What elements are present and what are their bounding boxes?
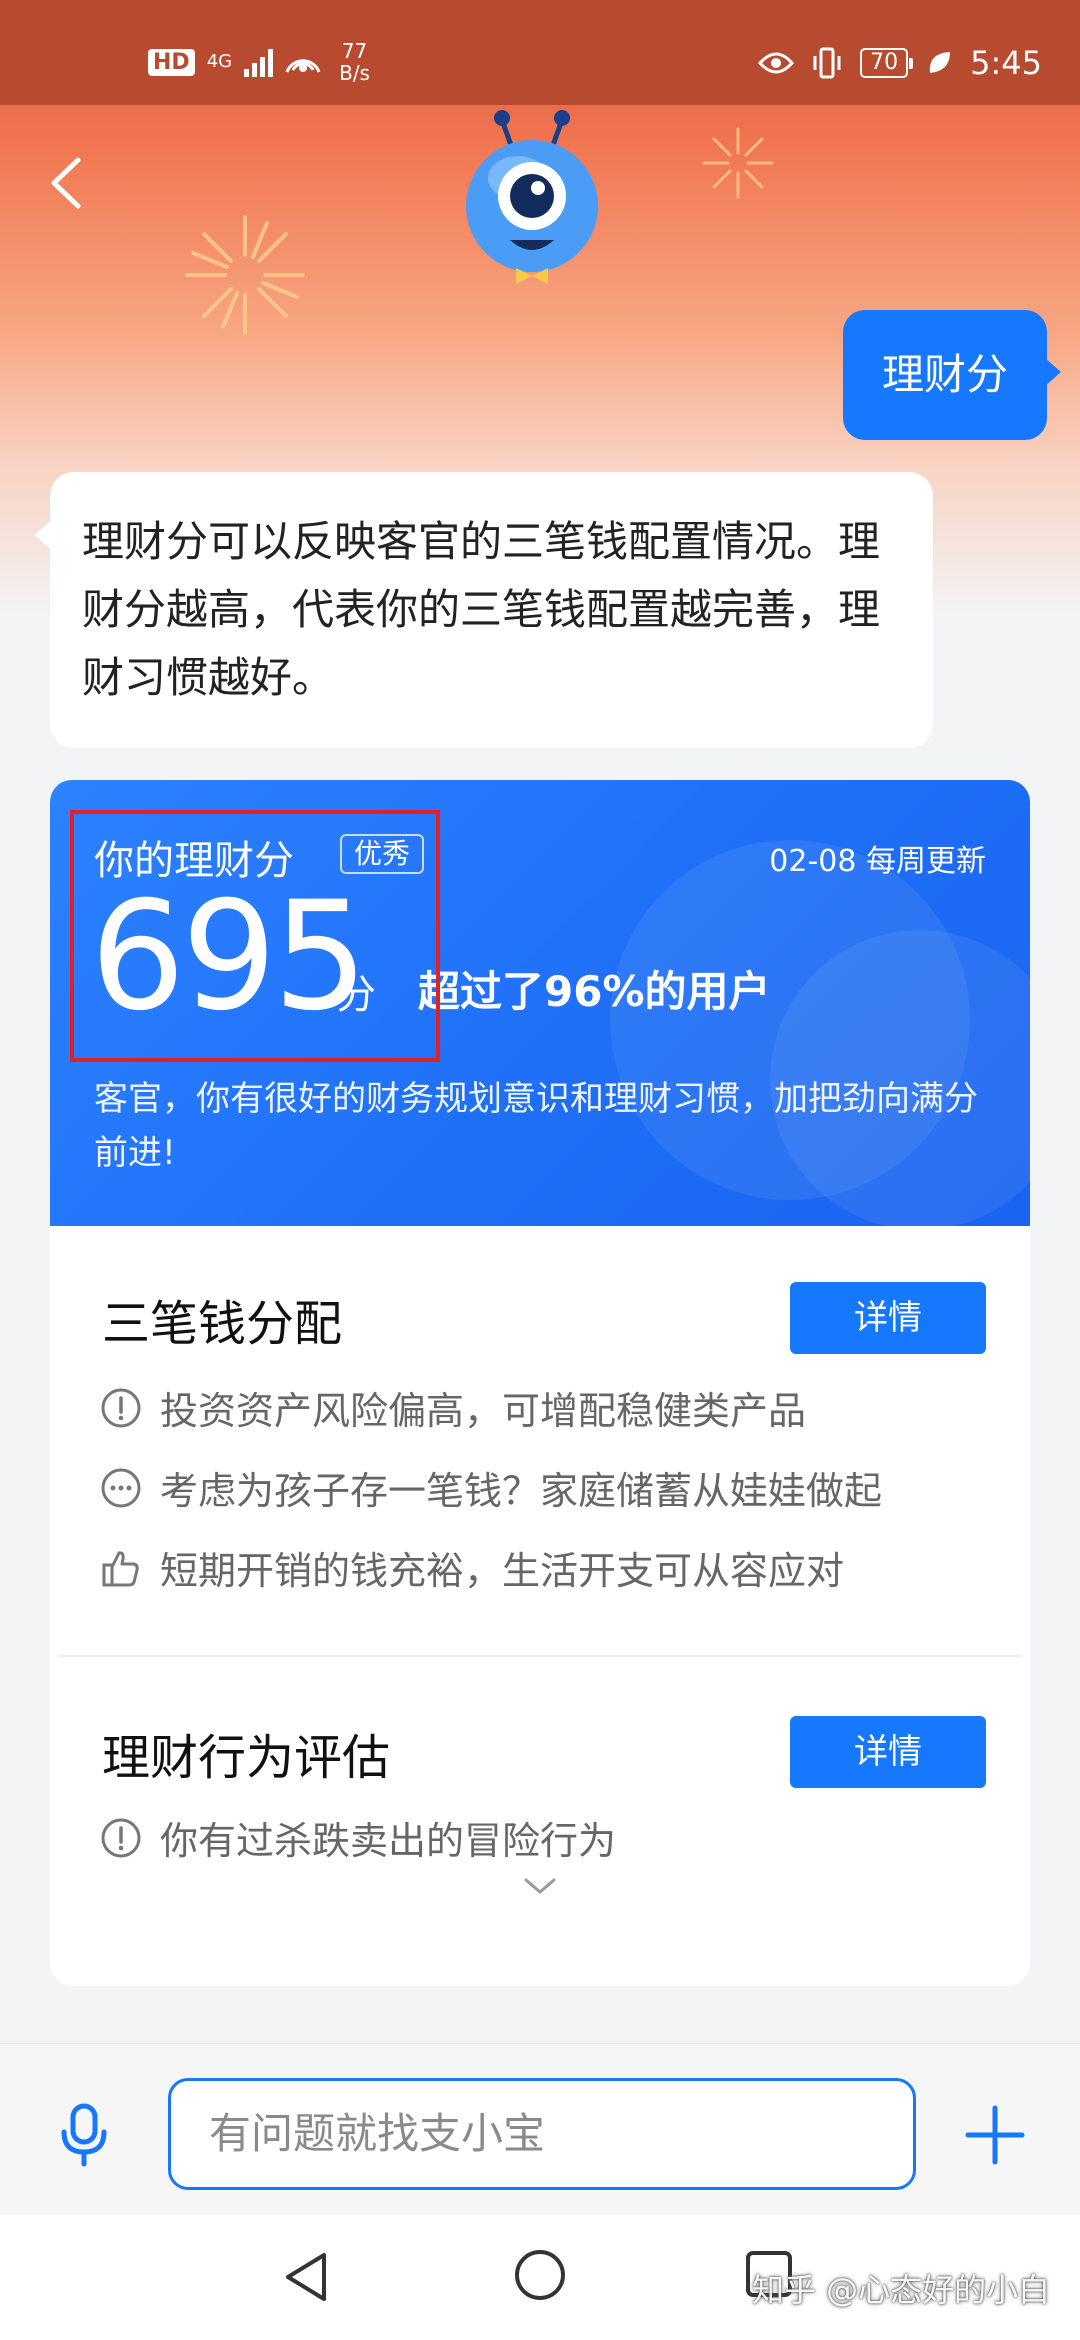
mascot-avatar[interactable]	[458, 108, 606, 290]
thumbs-up-icon	[102, 1550, 139, 1586]
score-description: 客官，你有很好的财务规划意识和理财习惯，加把劲向满分前进!	[94, 1079, 978, 1173]
score-percentile: 超过了96%的用户	[418, 967, 771, 1016]
nav-back-icon[interactable]	[280, 2249, 336, 2305]
behavior-detail-button[interactable]: 详情	[790, 1716, 986, 1788]
vibrate-icon	[813, 47, 841, 79]
exclamation-circle-icon	[101, 1388, 141, 1427]
chat-input[interactable]: 有问题就找支小宝	[168, 2078, 916, 2190]
watermark-text: 知乎 @心态好的小白	[752, 2271, 1051, 2309]
firework-decoration	[702, 127, 774, 199]
allocation-section: 三笔钱分配 详情 投资资产风险偏高，可增配稳健类产品 考虑为孩子存一笔钱？家庭储…	[50, 1226, 1030, 1593]
behavior-section: 理财行为评估 详情 你有过杀跌卖出的冒险行为	[50, 1660, 1030, 1960]
microphone-icon[interactable]	[56, 2102, 112, 2168]
signal-icon	[244, 47, 274, 77]
tip-item: 投资资产风险偏高，可增配稳健类产品	[100, 1380, 806, 1435]
ellipsis-circle-icon	[101, 1468, 141, 1507]
hotspot-icon	[285, 59, 321, 73]
tip-text: 考虑为孩子存一笔钱？家庭储蓄从娃娃做起	[160, 1469, 883, 1513]
eye-icon	[758, 52, 795, 74]
system-nav-bar: 知乎 @心态好的小白	[0, 2215, 1080, 2340]
network-type: 4G	[206, 51, 233, 72]
exclamation-circle-icon	[101, 1818, 141, 1857]
chat-input-bar: 有问题就找支小宝	[0, 2043, 1080, 2215]
tip-text: 你有过杀跌卖出的冒险行为	[160, 1819, 617, 1863]
tip-text: 投资资产风险偏高，可增配稳健类产品	[160, 1389, 807, 1433]
tip-item: 短期开销的钱充裕，生活开支可从容应对	[100, 1540, 844, 1595]
allocation-detail-button[interactable]: 详情	[790, 1282, 986, 1354]
user-message-bubble: 理财分	[843, 310, 1061, 440]
leaf-icon	[929, 52, 951, 73]
tip-text: 短期开销的钱充裕，生活开支可从容应对	[160, 1549, 845, 1593]
allocation-title: 三笔钱分配	[102, 1296, 343, 1352]
tip-item: 考虑为孩子存一笔钱？家庭储蓄从娃娃做起	[100, 1460, 882, 1515]
highlight-annotation	[70, 810, 440, 1062]
hd-indicator: HD	[148, 48, 195, 76]
update-date: 02-08 每周更新	[769, 844, 986, 879]
bot-message-bubble: 理财分可以反映客官的三笔钱配置情况。理财分越高，代表你的三笔钱配置越完善，理财习…	[34, 472, 933, 748]
nav-home-icon[interactable]	[512, 2247, 568, 2303]
clock: 5:45	[970, 44, 1042, 82]
status-bar: HD 4G 77 B/s 70 5:45	[0, 0, 1080, 105]
chevron-down-icon[interactable]	[520, 1874, 560, 1898]
firework-decoration	[185, 215, 305, 335]
network-speed: 77 B/s	[339, 39, 370, 85]
battery-indicator: 70	[860, 48, 914, 78]
plus-icon[interactable]	[964, 2104, 1026, 2166]
back-arrow-icon[interactable]	[42, 148, 92, 218]
section-divider	[58, 1655, 1022, 1657]
behavior-title: 理财行为评估	[102, 1730, 391, 1786]
tip-item: 你有过杀跌卖出的冒险行为	[100, 1810, 616, 1865]
